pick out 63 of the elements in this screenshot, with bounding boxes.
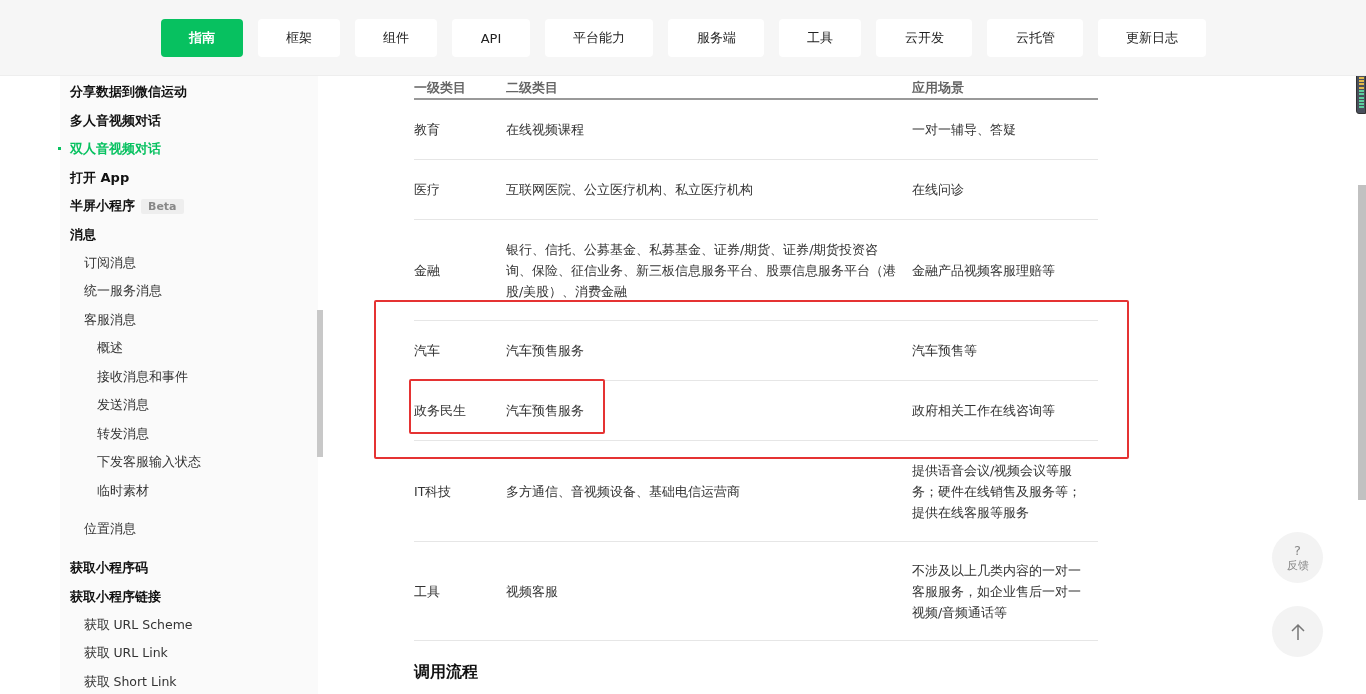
question-icon: ? (1294, 542, 1301, 558)
table-cell-text: 在线问诊 (912, 181, 965, 199)
table-cell-text: 银行、信托、公募基金、私募基金、证券/期货、证券/期货投资咨询、保险、征信业务、新三板信息服务平台、股票信息服务平台（港股/美股）、消费金融 (506, 240, 897, 301)
sidebar-item[interactable]: 接收消息和事件 (70, 363, 188, 392)
nav-tab[interactable]: 云开发 (876, 19, 972, 57)
sidebar-item[interactable]: 客服消息 (70, 306, 136, 335)
sidebar-item-label: 半屏小程序 (70, 197, 135, 216)
table-cell-text: IT科技 (414, 482, 453, 501)
nav-tab[interactable]: 服务端 (668, 19, 764, 57)
nav-tab[interactable]: 更新日志 (1098, 19, 1206, 57)
nav-tab[interactable]: 平台能力 (545, 19, 653, 57)
table-cell-text: 工具 (414, 582, 441, 601)
sidebar-item[interactable]: 订阅消息 (70, 249, 136, 278)
sidebar-item[interactable]: 获取小程序码 (70, 554, 148, 583)
sidebar-item[interactable]: 打开 App (70, 163, 130, 192)
sidebar-item[interactable]: 获取 Short Link (70, 668, 177, 694)
table-cell-text: 视频客服 (506, 582, 559, 601)
table-cell-text: 汽车 (414, 342, 441, 360)
nav-tab[interactable]: 云托管 (987, 19, 1083, 57)
nav-tab[interactable]: 组件 (355, 19, 437, 57)
back-to-top-button[interactable] (1272, 606, 1323, 657)
sidebar-item[interactable]: 转发消息 (70, 420, 149, 449)
sidebar-item[interactable]: 下发客服输入状态 (70, 448, 201, 477)
sidebar-item[interactable]: 概述 (70, 334, 123, 363)
sidebar-item[interactable]: 获取 URL Scheme (70, 611, 193, 640)
nav-tab[interactable]: 框架 (258, 19, 340, 57)
nav-tab[interactable]: API (452, 19, 530, 57)
sidebar-item[interactable]: 统一服务消息 (70, 277, 162, 306)
sidebar-item[interactable]: 消息 (70, 220, 96, 249)
table-cell-text: 政府相关工作在线咨询等 (912, 402, 1056, 420)
table-cell-text: 金融 (414, 261, 441, 280)
sidebar-item[interactable]: 多人音视频对话 (70, 106, 161, 135)
table-cell-text: 汽车预售服务 (506, 402, 585, 420)
table-cell-text: 不涉及以上几类内容的一对一客服服务，如企业售后一对一视频/音频通话等 (912, 561, 1082, 622)
arrow-up-icon (1289, 622, 1306, 641)
column-header: 应用场景 (912, 79, 965, 97)
column-header: 二级类目 (506, 79, 559, 97)
column-header: 一级类目 (414, 79, 467, 97)
sidebar-item[interactable]: 发送消息 (70, 391, 149, 420)
sidebar-item[interactable]: 半屏小程序 Beta (70, 192, 184, 221)
table-cell-text: 一对一辅导、答疑 (912, 121, 1017, 139)
feedback-label: 反馈 (1286, 557, 1309, 573)
table-cell-text: 提供语音会议/视频会议等服务；硬件在线销售及服务等；提供在线客服等服务 (912, 461, 1082, 522)
sidebar-item[interactable]: 获取小程序链接 (70, 582, 161, 611)
table-cell-text: 教育 (414, 121, 441, 139)
table-cell-text: 政务民生 (414, 402, 467, 420)
sidebar-item[interactable]: 获取 URL Link (70, 639, 168, 668)
scrollbar-thumb[interactable] (317, 310, 323, 457)
beta-badge: Beta (141, 198, 184, 214)
table-cell-text: 互联网医院、公立医疗机构、私立医疗机构 (506, 181, 754, 199)
table-cell-text: 汽车预售等 (912, 342, 978, 360)
scrollbar-thumb[interactable] (1358, 185, 1366, 500)
table-cell-text: 在线视频课程 (506, 121, 585, 139)
table-cell-text: 金融产品视频客服理赔等 (912, 261, 1056, 280)
active-marker-icon (58, 147, 61, 150)
section-heading: 调用流程 (414, 663, 479, 681)
sidebar-item[interactable]: 位置消息 (70, 515, 136, 544)
table-cell-text: 多方通信、音视频设备、基础电信运营商 (506, 482, 741, 501)
nav-tab[interactable]: 工具 (779, 19, 861, 57)
table-cell-text: 医疗 (414, 181, 441, 199)
sidebar-item[interactable]: 临时素材 (70, 477, 149, 506)
sidebar-item[interactable]: 分享数据到微信运动 (70, 78, 187, 107)
table-cell-text: 汽车预售服务 (506, 342, 585, 360)
